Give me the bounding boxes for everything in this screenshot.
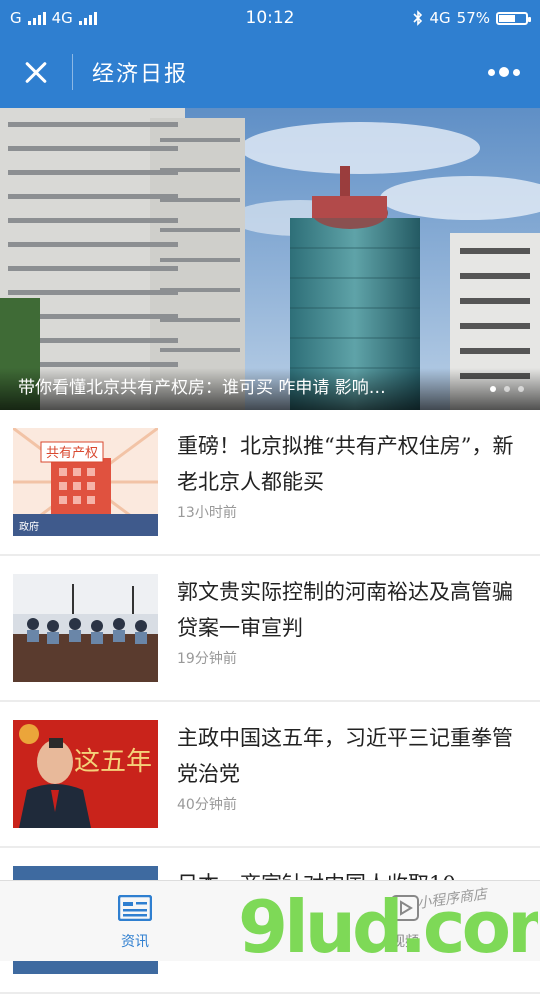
- article-item[interactable]: 这五年 主政中国这五年，习近平三记重拳管党治党 40分钟前: [0, 702, 540, 848]
- carousel-dot: [518, 386, 524, 392]
- top-nav-bar: 经济日报: [0, 36, 540, 108]
- article-time: 40分钟前: [177, 797, 237, 813]
- svg-text:共有产权: 共有产权: [46, 445, 98, 461]
- tab-news[interactable]: 资讯: [75, 881, 195, 961]
- hero-banner[interactable]: 带你看懂北京共有产权房：谁可买 咋申请 影响…: [0, 108, 540, 410]
- page-title: 经济日报: [92, 62, 189, 87]
- svg-text:这五年: 这五年: [74, 747, 152, 777]
- battery-icon: [496, 11, 531, 25]
- carousel-indicator: [490, 386, 524, 392]
- hero-caption: 带你看懂北京共有产权房：谁可买 咋申请 影响…: [18, 378, 386, 398]
- article-time: 19分钟前: [177, 651, 237, 667]
- tab-news-label: 资讯: [121, 934, 149, 950]
- svg-text:政府: 政府: [19, 520, 39, 533]
- battery-percent: 57%: [456, 9, 490, 27]
- nav-divider: [72, 54, 73, 90]
- carousel-dot-active: [490, 386, 496, 392]
- close-icon[interactable]: [18, 54, 54, 90]
- svg-text:9lud.com: 9lud.com: [238, 885, 538, 960]
- status-bar: G 4G 10:12 4G 57%: [0, 0, 540, 36]
- article-item[interactable]: 郭文贵实际控制的河南裕达及高管骗贷案一审宣判 19分钟前: [0, 556, 540, 702]
- news-icon: [117, 894, 153, 922]
- carousel-dot: [504, 386, 510, 392]
- status-right: 4G 57%: [413, 9, 531, 27]
- article-title: 主政中国这五年，习近平三记重拳管党治党: [177, 726, 513, 786]
- network-type: 4G: [429, 9, 451, 27]
- more-options-icon[interactable]: [488, 60, 520, 84]
- article-title: 重磅！北京拟推“共有产权住房”，新老北京人都能买: [177, 434, 514, 494]
- bluetooth-icon: [413, 10, 423, 26]
- article-title: 郭文贵实际控制的河南裕达及高管骗贷案一审宣判: [177, 580, 513, 640]
- watermark: 9lud.com 小程序商店: [238, 884, 540, 969]
- article-thumbnail: 共有产权 政府: [13, 428, 158, 536]
- article-thumbnail: [13, 574, 158, 682]
- article-thumbnail: 这五年: [13, 720, 158, 828]
- hero-image: [0, 108, 540, 410]
- article-time: 13小时前: [177, 505, 237, 521]
- hero-caption-overlay: 带你看懂北京共有产权房：谁可买 咋申请 影响…: [0, 368, 540, 410]
- article-item[interactable]: 共有产权 政府 重磅！北京拟推“共有产权住房”，新老北京人都能买 13小时前: [0, 410, 540, 556]
